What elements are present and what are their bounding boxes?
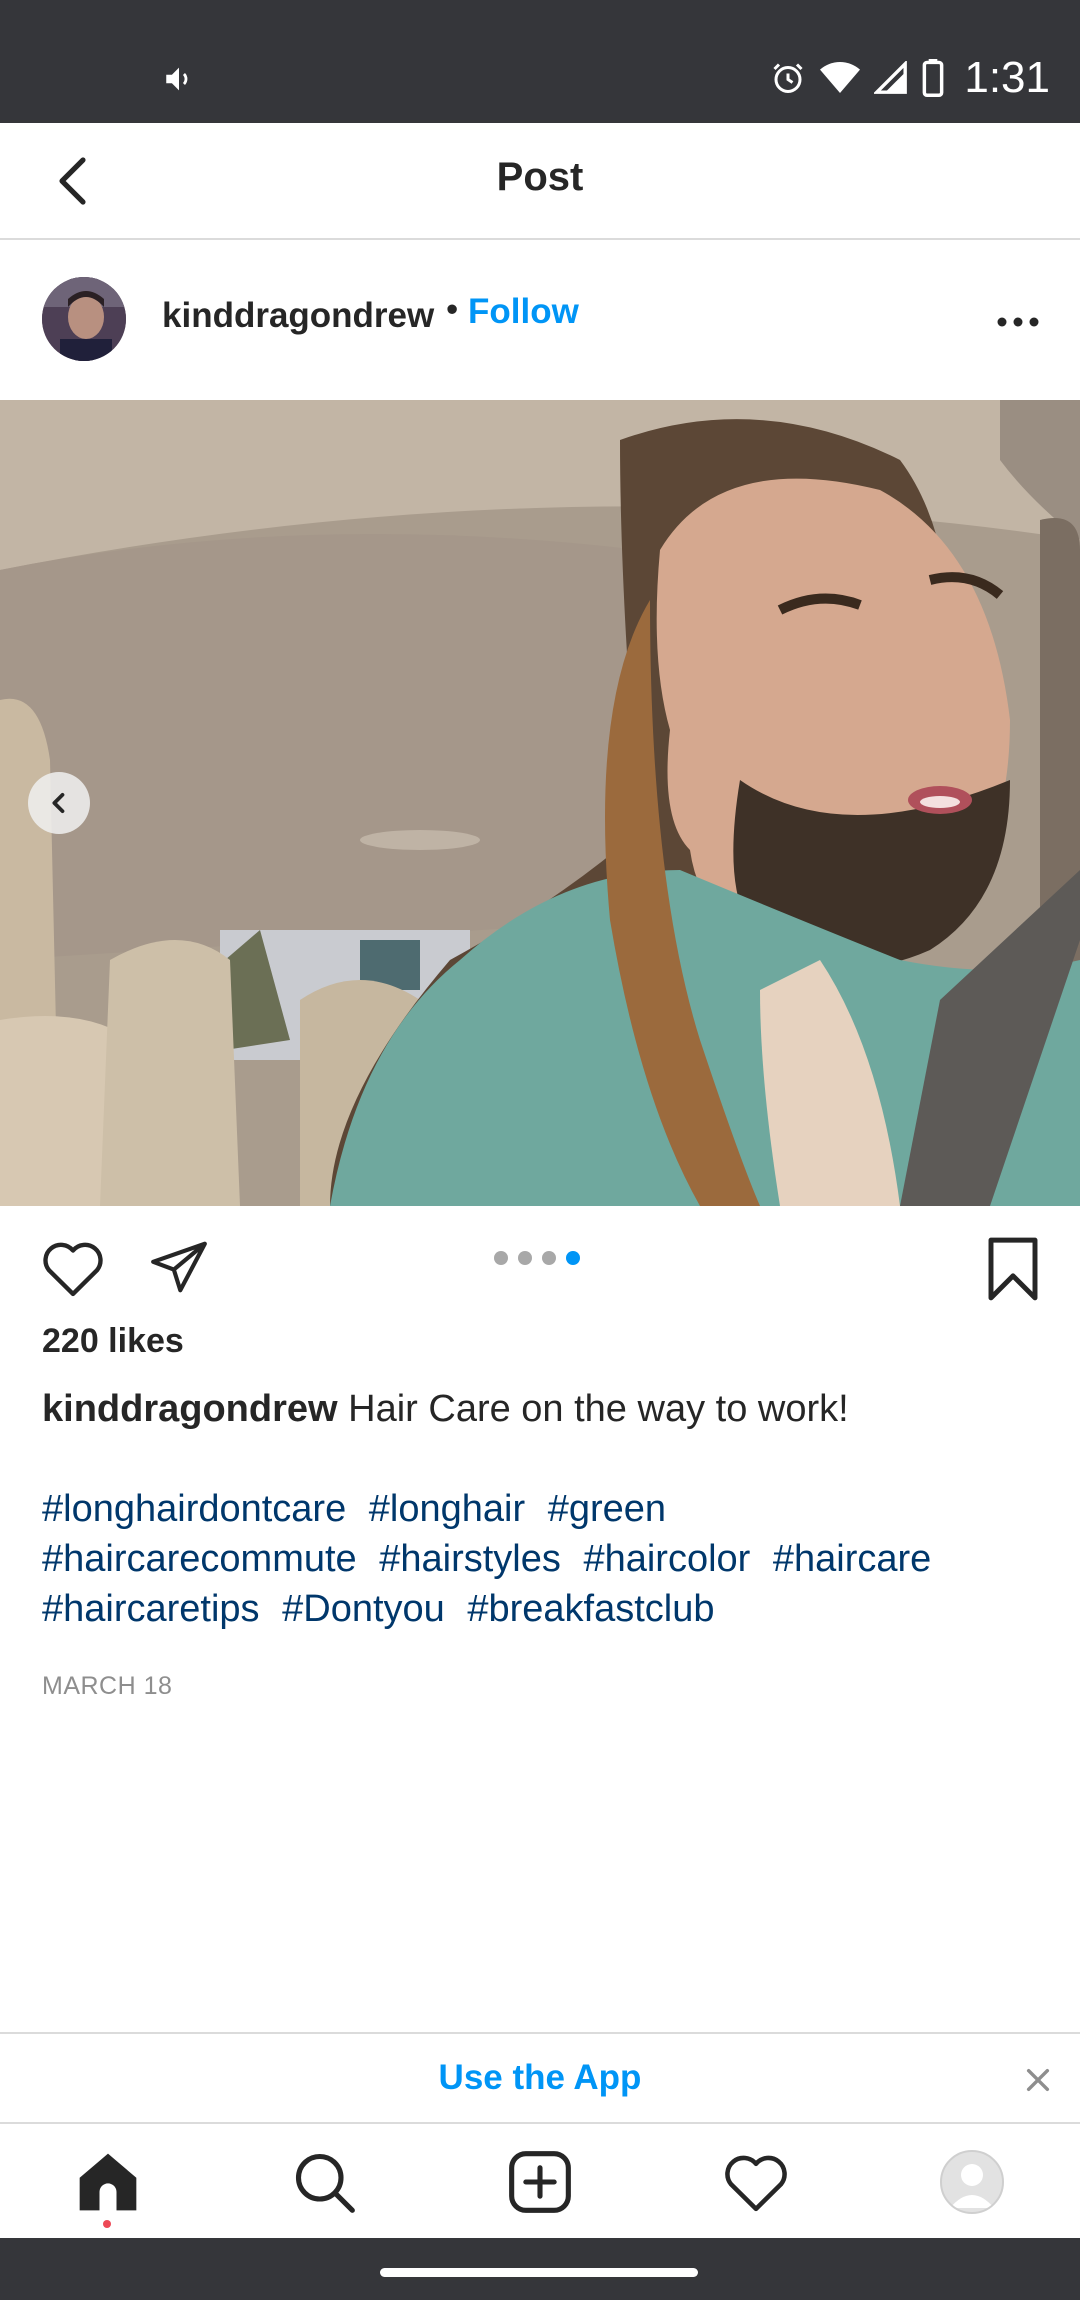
system-navigation-bar [0, 2238, 1080, 2300]
hashtag-link[interactable]: #Dontyou [282, 1588, 445, 1630]
heart-icon[interactable] [722, 2148, 790, 2216]
profile-avatar[interactable] [940, 2150, 1004, 2214]
close-icon[interactable] [1022, 2064, 1054, 2096]
clock-time: 1:31 [964, 53, 1050, 102]
more-horizontal-icon[interactable] [996, 316, 1040, 328]
wifi-icon [820, 62, 861, 93]
top-header: Post [0, 123, 1080, 240]
carousel-dot [494, 1251, 508, 1265]
new-post-icon[interactable] [506, 2148, 574, 2216]
post-caption: kinddragondrew Hair Care on the way to w… [42, 1384, 1042, 1434]
chevron-left-icon [52, 792, 65, 814]
hashtag-link[interactable]: #haircolor [583, 1538, 750, 1580]
caption-text: Hair Care on the way to work! [348, 1388, 849, 1430]
status-icons: 1:31 [770, 48, 1050, 108]
hashtag-link[interactable]: #longhair [369, 1488, 525, 1530]
post-username[interactable]: kinddragondrew [162, 296, 434, 336]
avatar[interactable] [42, 277, 126, 361]
post-date: MARCH 18 [42, 1672, 173, 1700]
carousel-dot [518, 1251, 532, 1265]
home-icon[interactable] [74, 2148, 142, 2216]
use-app-link[interactable]: Use the App [0, 2058, 1080, 2098]
status-bar: 1:31 [0, 0, 1080, 123]
share-icon[interactable] [146, 1236, 212, 1298]
hashtag-link[interactable]: #haircare [773, 1538, 931, 1580]
hashtag-list: #longhairdontcare #longhair #green #hair… [42, 1484, 1052, 1634]
post-image[interactable] [0, 400, 1080, 1206]
car-selfie-photo [0, 400, 1080, 1206]
follow-button[interactable]: Follow [468, 292, 579, 332]
use-app-banner: Use the App [0, 2032, 1080, 2122]
separator-dot: • [446, 290, 459, 329]
carousel-dot-active [566, 1251, 580, 1265]
bookmark-icon[interactable] [984, 1236, 1042, 1302]
signal-icon [874, 61, 908, 94]
hashtag-link[interactable]: #breakfastclub [467, 1588, 714, 1630]
battery-icon [922, 59, 944, 97]
carousel-indicator [494, 1251, 580, 1265]
page-title: Post [496, 155, 584, 199]
hashtag-link[interactable]: #hairstyles [379, 1538, 561, 1580]
post-header: kinddragondrew • Follow [0, 240, 1080, 400]
hashtag-link[interactable]: #green [548, 1488, 666, 1530]
carousel-dot [542, 1251, 556, 1265]
carousel-prev-button[interactable] [28, 772, 90, 834]
profile-placeholder-icon [950, 2164, 994, 2208]
volume-icon [166, 67, 188, 91]
hashtag-link[interactable]: #haircarecommute [42, 1538, 357, 1580]
bottom-tab-bar [0, 2122, 1080, 2238]
search-icon[interactable] [290, 2148, 358, 2216]
home-gesture-pill[interactable] [380, 2268, 698, 2277]
heart-icon[interactable] [40, 1238, 106, 1298]
alarm-icon [773, 63, 803, 93]
post-actions [0, 1206, 1080, 1316]
hashtag-link[interactable]: #haircaretips [42, 1588, 260, 1630]
hashtag-link[interactable]: #longhairdontcare [42, 1488, 346, 1530]
likes-count[interactable]: 220 likes [42, 1322, 184, 1361]
notification-dot [103, 2220, 111, 2228]
caption-username[interactable]: kinddragondrew [42, 1388, 338, 1430]
